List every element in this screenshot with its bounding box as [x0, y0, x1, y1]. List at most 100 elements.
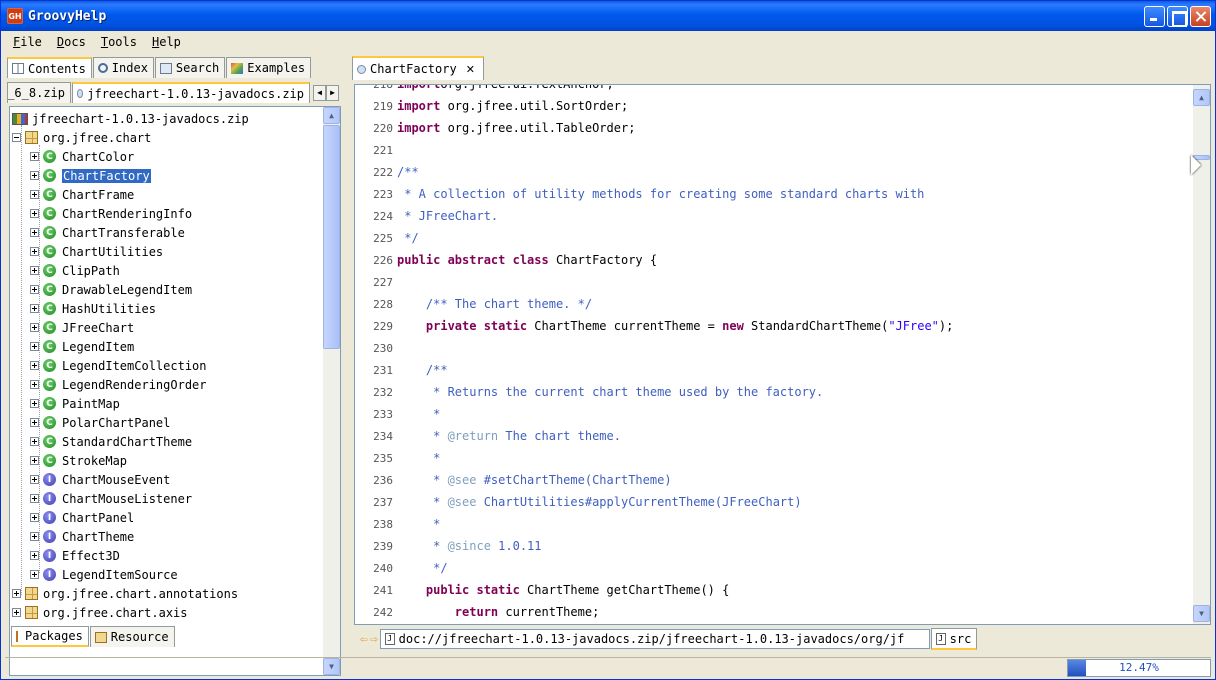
expand-icon[interactable]	[12, 589, 21, 598]
tab-search[interactable]: Search	[154, 57, 226, 78]
url-field[interactable]: J doc://jfreechart-1.0.13-javadocs.zip/j…	[379, 629, 930, 649]
line-number: 219	[373, 100, 393, 113]
code-token: *	[397, 407, 441, 421]
scroll-down-button[interactable]: ▼	[1193, 605, 1210, 622]
menu-docs[interactable]: Docs	[49, 35, 93, 49]
expand-icon[interactable]	[30, 361, 39, 370]
scroll-thumb[interactable]	[323, 125, 340, 349]
tree-node[interactable]: C JFreeChart	[30, 318, 134, 337]
maximize-button[interactable]	[1167, 6, 1188, 27]
tree-node[interactable]: C ChartFrame	[30, 185, 134, 204]
tab-src[interactable]: J src	[930, 628, 978, 650]
tree-node[interactable]: C ChartRenderingInfo	[30, 204, 192, 223]
tree-node[interactable]: I ChartMouseEvent	[30, 470, 170, 489]
expand-icon[interactable]	[30, 266, 39, 275]
scroll-up-button[interactable]: ▲	[1193, 89, 1210, 106]
expand-icon[interactable]	[30, 342, 39, 351]
tree-node[interactable]: I ChartTheme	[30, 527, 134, 546]
tree-node[interactable]: org.jfree.chart	[12, 128, 151, 147]
tree-node[interactable]: C LegendItemCollection	[30, 356, 207, 375]
expand-icon[interactable]	[30, 190, 39, 199]
progress-bar: 12.47%	[1067, 659, 1211, 677]
title-bar[interactable]: GH GroovyHelp	[1, 1, 1215, 31]
tree-node[interactable]: C StandardChartTheme	[30, 432, 192, 451]
tree-node[interactable]: C StrokeMap	[30, 451, 127, 470]
tab-scroll-left-button[interactable]: ◀	[313, 84, 326, 101]
menu-help[interactable]: Help	[144, 35, 188, 49]
tab-scroll-right-button[interactable]: ▶	[326, 84, 339, 101]
expand-icon[interactable]	[30, 551, 39, 560]
tree-node[interactable]: C HashUtilities	[30, 299, 156, 318]
forward-arrow-icon[interactable]: ⇨	[370, 632, 378, 647]
expand-icon[interactable]	[30, 399, 39, 408]
tab-chartfactory[interactable]: ChartFactory ✕	[352, 56, 484, 80]
tree-node[interactable]: C ClipPath	[30, 261, 120, 280]
collapse-icon[interactable]	[12, 133, 21, 142]
url-bar: ⇦ ⇨ J doc://jfreechart-1.0.13-javadocs.z…	[354, 628, 1211, 650]
close-tab-icon[interactable]: ✕	[466, 63, 475, 76]
tree-node[interactable]: C ChartColor	[30, 147, 134, 166]
code-token: ChartFactory {	[548, 253, 658, 267]
packages-icon	[16, 630, 21, 642]
tab-examples[interactable]: Examples	[226, 57, 312, 78]
tree-node-label: ChartTransferable	[62, 225, 185, 240]
tree-node[interactable]: C ChartFactory	[30, 166, 151, 185]
back-arrow-icon[interactable]: ⇦	[360, 632, 368, 647]
expand-icon[interactable]	[30, 437, 39, 446]
expand-icon[interactable]	[12, 608, 21, 617]
tab-label: Search	[175, 61, 220, 75]
expand-icon[interactable]	[30, 494, 39, 503]
expand-icon[interactable]	[30, 228, 39, 237]
menu-tools[interactable]: Tools	[93, 35, 144, 49]
line-number: 237	[373, 496, 393, 509]
expand-icon[interactable]	[30, 171, 39, 180]
expand-icon[interactable]	[30, 304, 39, 313]
expand-icon[interactable]	[30, 152, 39, 161]
tree-node[interactable]: jfreechart-1.0.13-javadocs.zip	[12, 109, 249, 128]
expand-icon[interactable]	[30, 475, 39, 484]
tab-resource[interactable]: Resource	[89, 626, 175, 647]
tab-doc-2-6-8[interactable]: 2_6_8.zip	[7, 82, 71, 103]
code-line: /** The chart theme. */	[397, 297, 592, 311]
source-view[interactable]: 218 219 220 221 222 223 224 225 226 227 228 229 230 2…	[354, 84, 1211, 625]
expand-icon[interactable]	[30, 456, 39, 465]
tree-node[interactable]: C LegendRenderingOrder	[30, 375, 207, 394]
tree-node[interactable]: I ChartMouseListener	[30, 489, 192, 508]
tree-node[interactable]: C ChartUtilities	[30, 242, 163, 261]
search-doc-icon	[159, 62, 172, 74]
tab-doc-jfreechart[interactable]: jfreechart-1.0.13-javadocs.zip	[72, 82, 310, 103]
tree-node[interactable]: C DrawableLegendItem	[30, 280, 192, 299]
tree-node[interactable]: I Effect3D	[30, 546, 120, 565]
expand-icon[interactable]	[30, 285, 39, 294]
tree-node[interactable]: I LegendItemSource	[30, 565, 178, 584]
close-button[interactable]	[1190, 6, 1211, 27]
expand-icon[interactable]	[30, 209, 39, 218]
tree-node[interactable]: C LegendItem	[30, 337, 134, 356]
tree-node-label: jfreechart-1.0.13-javadocs.zip	[32, 111, 249, 126]
tree-node[interactable]: C PolarChartPanel	[30, 413, 170, 432]
line-number: 239	[373, 540, 393, 553]
expand-icon[interactable]	[30, 532, 39, 541]
tab-packages[interactable]: Packages	[11, 626, 89, 647]
minimize-button[interactable]	[1144, 6, 1165, 27]
tree-node-label: LegendRenderingOrder	[62, 377, 207, 392]
package-tree[interactable]: jfreechart-1.0.13-javadocs.zip org.jfree.…	[9, 106, 341, 676]
tree-node[interactable]: I ChartPanel	[30, 508, 134, 527]
tree-scrollbar[interactable]: ▲ ▼	[323, 107, 340, 675]
scroll-up-button[interactable]: ▲	[323, 107, 340, 124]
tree-node[interactable]: org.jfree.chart.axis	[12, 603, 188, 622]
expand-icon[interactable]	[30, 513, 39, 522]
tree-node[interactable]: org.jfree.chart.annotations	[12, 584, 238, 603]
code-line: public abstract class ChartFactory {	[397, 253, 657, 267]
expand-icon[interactable]	[30, 570, 39, 579]
tab-index[interactable]: Index	[92, 57, 154, 78]
menu-file[interactable]: File	[5, 35, 49, 49]
code-token: *	[397, 429, 448, 443]
expand-icon[interactable]	[30, 247, 39, 256]
tab-contents[interactable]: Contents	[7, 57, 92, 78]
expand-icon[interactable]	[30, 380, 39, 389]
expand-icon[interactable]	[30, 323, 39, 332]
tree-node[interactable]: C ChartTransferable	[30, 223, 185, 242]
tree-node[interactable]: C PaintMap	[30, 394, 120, 413]
expand-icon[interactable]	[30, 418, 39, 427]
